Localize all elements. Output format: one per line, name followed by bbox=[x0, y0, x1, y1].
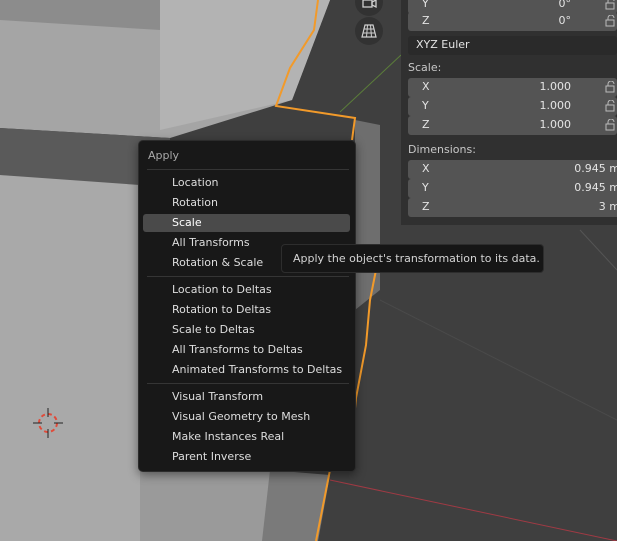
menu-item-label: Make Instances Real bbox=[172, 430, 285, 443]
menu-item-rotation[interactable]: Rotation bbox=[143, 194, 350, 212]
rotation-mode-value: XYZ Euler bbox=[416, 38, 470, 51]
menu-item-make-instances-real[interactable]: Make Instances Real bbox=[143, 428, 350, 446]
tooltip: Apply the object's transformation to its… bbox=[281, 244, 544, 273]
menu-separator bbox=[147, 169, 349, 170]
camera-icon bbox=[362, 0, 377, 9]
scale-z-field[interactable]: Z 1.000 bbox=[408, 116, 617, 135]
transform-panel: Y 0° Z 0° XYZ Euler Scale: X 1.000 Y 1.0… bbox=[401, 0, 617, 225]
menu-item-location-to-deltas[interactable]: Location to Deltas bbox=[143, 281, 350, 299]
scale-x-value: 1.000 bbox=[539, 80, 572, 93]
dimensions-x-field[interactable]: X 0.945 m bbox=[408, 160, 617, 179]
menu-item-label: Location to Deltas bbox=[172, 283, 272, 296]
dimensions-x-value: 0.945 m bbox=[574, 162, 617, 175]
scale-x-field[interactable]: X 1.000 bbox=[408, 78, 617, 97]
menu-item-label: Visual Transform bbox=[172, 390, 264, 403]
menu-item-visual-geometry-to-mesh[interactable]: Visual Geometry to Mesh bbox=[143, 408, 350, 426]
menu-item-label: Animated Transforms to Deltas bbox=[172, 363, 343, 376]
menu-item-label: Rotation bbox=[172, 196, 219, 209]
dimensions-z-value: 3 m bbox=[598, 200, 617, 213]
grid-view-icon bbox=[361, 24, 377, 38]
toggle-perspective-button[interactable] bbox=[355, 17, 383, 45]
menu-item-label: Rotation to Deltas bbox=[172, 303, 272, 316]
menu-title: Apply bbox=[148, 149, 180, 162]
menu-item-scale[interactable]: Scale bbox=[143, 214, 350, 232]
menu-item-location[interactable]: Location bbox=[143, 174, 350, 192]
menu-separator bbox=[147, 383, 349, 384]
lock-icon[interactable] bbox=[605, 0, 617, 10]
menu-item-label: Rotation & Scale bbox=[172, 256, 264, 269]
menu-item-label: Parent Inverse bbox=[172, 450, 252, 463]
menu-item-visual-transform[interactable]: Visual Transform bbox=[143, 388, 350, 406]
scale-heading: Scale: bbox=[408, 61, 442, 74]
axis-label: Z bbox=[422, 118, 430, 131]
axis-label: Y bbox=[422, 0, 429, 10]
rotation-mode-select[interactable]: XYZ Euler bbox=[408, 36, 617, 55]
dimensions-y-field[interactable]: Y 0.945 m bbox=[408, 179, 617, 198]
axis-label: Z bbox=[422, 200, 430, 213]
menu-item-label: Scale bbox=[172, 216, 202, 229]
scale-y-field[interactable]: Y 1.000 bbox=[408, 97, 617, 116]
dimensions-z-field[interactable]: Z 3 m bbox=[408, 198, 617, 217]
menu-item-rotation-to-deltas[interactable]: Rotation to Deltas bbox=[143, 301, 350, 319]
rotation-z-value: 0° bbox=[558, 14, 572, 27]
menu-item-parent-inverse[interactable]: Parent Inverse bbox=[143, 448, 350, 466]
lock-icon[interactable] bbox=[605, 100, 617, 112]
axis-label: Y bbox=[422, 99, 429, 112]
menu-item-scale-to-deltas[interactable]: Scale to Deltas bbox=[143, 321, 350, 339]
menu-item-animated-transforms-to-deltas[interactable]: Animated Transforms to Deltas bbox=[143, 361, 350, 379]
menu-item-label: All Transforms to Deltas bbox=[172, 343, 303, 356]
lock-icon[interactable] bbox=[605, 15, 617, 27]
menu-item-label: Visual Geometry to Mesh bbox=[172, 410, 311, 423]
menu-item-label: Scale to Deltas bbox=[172, 323, 255, 336]
menu-item-label: All Transforms bbox=[172, 236, 250, 249]
menu-separator bbox=[147, 276, 349, 277]
menu-item-label: Location bbox=[172, 176, 219, 189]
apply-menu: Apply Location Rotation Scale All Transf… bbox=[138, 140, 356, 472]
dimensions-heading: Dimensions: bbox=[408, 143, 476, 156]
axis-label: Z bbox=[422, 14, 430, 27]
axis-label: Y bbox=[422, 181, 429, 194]
rotation-y-value: 0° bbox=[558, 0, 572, 10]
axis-label: X bbox=[422, 80, 430, 93]
tooltip-text: Apply the object's transformation to its… bbox=[293, 252, 540, 265]
axis-label: X bbox=[422, 162, 430, 175]
scale-z-value: 1.000 bbox=[539, 118, 572, 131]
lock-icon[interactable] bbox=[605, 119, 617, 131]
scale-y-value: 1.000 bbox=[539, 99, 572, 112]
rotation-z-field[interactable]: Z 0° bbox=[408, 12, 617, 31]
lock-icon[interactable] bbox=[605, 81, 617, 93]
menu-item-all-transforms-to-deltas[interactable]: All Transforms to Deltas bbox=[143, 341, 350, 359]
dimensions-y-value: 0.945 m bbox=[574, 181, 617, 194]
